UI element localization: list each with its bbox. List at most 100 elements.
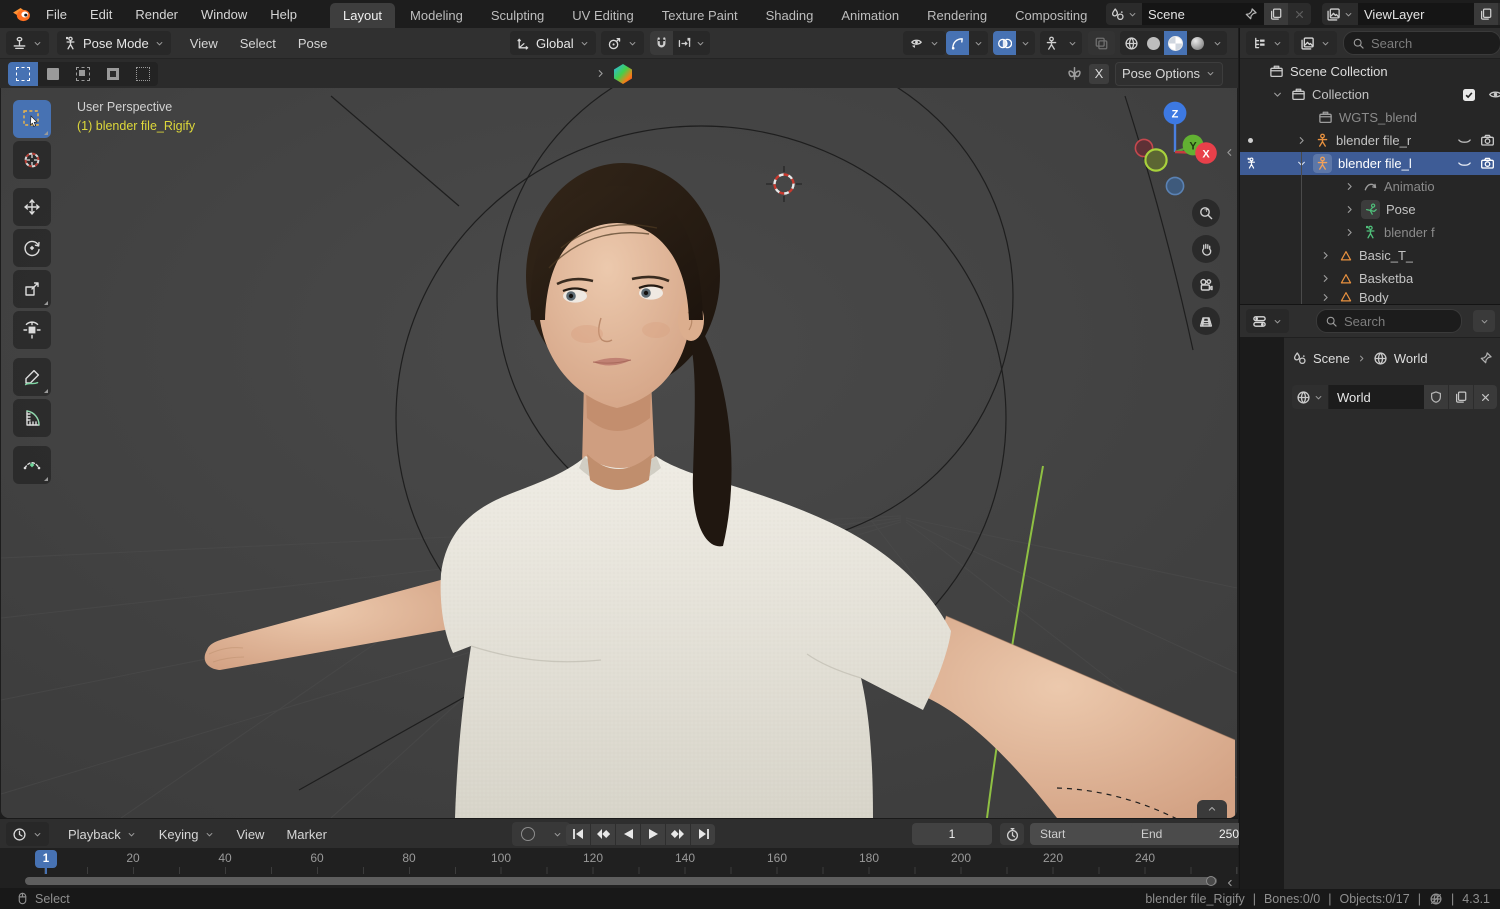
tool-annotate-button[interactable] (13, 358, 51, 396)
outliner-row-body[interactable]: Body (1240, 290, 1500, 304)
tool-transform-button[interactable] (13, 311, 51, 349)
orthographic-toggle-button[interactable] (1192, 307, 1220, 335)
camera-view-button[interactable] (1192, 271, 1220, 299)
workspace-tab-animation[interactable]: Animation (828, 3, 912, 28)
breadcrumb-scene[interactable]: Scene (1313, 351, 1350, 366)
play-reverse-button[interactable] (616, 823, 640, 845)
menu-playback[interactable]: Playback (57, 822, 148, 846)
disable-render-toggle[interactable] (1478, 132, 1496, 150)
frame-end-field[interactable]: End 250 (1131, 823, 1249, 845)
scene-browse-button[interactable] (1106, 3, 1142, 25)
workspace-tab-shading[interactable]: Shading (753, 3, 827, 28)
select-mode-subtract-button[interactable] (68, 62, 98, 86)
expand-region-icon[interactable] (594, 67, 607, 80)
timeline-scrollbar[interactable] (25, 877, 1217, 885)
tool-pose-breakdowner-button[interactable] (13, 446, 51, 484)
scroll-right-icon[interactable] (1224, 874, 1236, 889)
pose-display-button[interactable] (1040, 31, 1063, 55)
chevron-right-icon[interactable] (1319, 291, 1332, 304)
auto-keyframe-button[interactable] (512, 822, 544, 846)
pivot-point-dropdown[interactable] (601, 31, 644, 55)
snap-toggle-button[interactable] (650, 31, 673, 55)
outliner-row-armature-selected[interactable]: blender file_l (1240, 152, 1500, 175)
menu-help[interactable]: Help (259, 1, 308, 27)
blender-logo-icon[interactable] (8, 4, 34, 24)
current-frame-field[interactable]: 1 (912, 823, 992, 845)
show-overlays-button[interactable] (993, 31, 1016, 55)
playhead[interactable]: 1 (35, 850, 57, 868)
outliner-row-basic-t[interactable]: Basic_T_ (1240, 244, 1500, 267)
tool-move-button[interactable] (13, 188, 51, 226)
menu-select[interactable]: Select (229, 31, 287, 55)
visibility-dropdown[interactable] (903, 31, 946, 55)
snap-target-dropdown[interactable] (673, 31, 710, 55)
next-keyframe-button[interactable] (666, 823, 690, 845)
shading-rendered-button[interactable] (1187, 31, 1208, 55)
workspace-tab-rendering[interactable]: Rendering (914, 3, 1000, 28)
chevron-right-icon[interactable] (1319, 249, 1332, 262)
breadcrumb-world[interactable]: World (1394, 351, 1428, 366)
outliner-row-animation[interactable]: Animatio (1240, 175, 1500, 198)
viewlayer-browse-button[interactable] (1322, 3, 1358, 25)
workspace-tab-uv-editing[interactable]: UV Editing (559, 3, 646, 28)
xray-toggle-button[interactable] (1088, 31, 1115, 55)
properties-editor-type-button[interactable] (1246, 309, 1289, 333)
shading-dropdown[interactable] (1208, 31, 1227, 55)
workspace-tab-compositing[interactable]: Compositing (1002, 3, 1100, 28)
properties-search-input[interactable]: Search (1316, 309, 1462, 333)
navigation-gizmo[interactable]: Z Y X (1123, 96, 1229, 206)
tool-measure-button[interactable] (13, 399, 51, 437)
fake-user-button[interactable] (1424, 385, 1448, 409)
editor-type-button[interactable] (6, 31, 49, 55)
hide-viewport-toggle[interactable] (1455, 155, 1473, 173)
world-copy-button[interactable] (1448, 385, 1473, 409)
timeline-editor-type-button[interactable] (6, 822, 49, 846)
world-unlink-button[interactable] (1473, 385, 1497, 409)
outliner-row-armature-parent[interactable]: blender file_r (1240, 129, 1500, 152)
scrollbar-handle[interactable] (1206, 876, 1216, 886)
menu-view-timeline[interactable]: View (226, 822, 276, 846)
mode-selector[interactable]: Pose Mode (57, 31, 171, 55)
play-button[interactable] (641, 823, 665, 845)
menu-window[interactable]: Window (190, 1, 258, 27)
pan-button[interactable] (1192, 235, 1220, 263)
sidebar-toggle-icon[interactable] (1223, 144, 1236, 159)
select-mode-invert-button[interactable] (98, 62, 128, 86)
workspace-tab-modeling[interactable]: Modeling (397, 3, 476, 28)
rainbow-cube-icon[interactable] (613, 63, 633, 85)
jump-to-end-button[interactable] (691, 823, 715, 845)
tool-cursor-button[interactable] (13, 141, 51, 179)
hide-viewport-toggle[interactable] (1486, 86, 1500, 104)
outliner-row-pose[interactable]: Pose (1240, 198, 1500, 221)
collection-checkbox[interactable] (1460, 86, 1478, 104)
chevron-right-icon[interactable] (1295, 134, 1308, 147)
prev-keyframe-button[interactable] (591, 823, 615, 845)
outliner-row-collection[interactable]: Collection (1240, 83, 1500, 106)
scene-name[interactable]: Scene (1148, 7, 1185, 22)
chevron-right-icon[interactable] (1343, 226, 1356, 239)
world-name-field[interactable]: World (1329, 385, 1424, 409)
shading-material-button[interactable] (1164, 31, 1187, 55)
jump-to-start-button[interactable] (566, 823, 590, 845)
outliner-row-basketball[interactable]: Basketba (1240, 267, 1500, 290)
mirror-x-button[interactable]: X (1089, 63, 1109, 84)
use-preview-range-button[interactable] (1000, 823, 1024, 845)
chevron-right-icon[interactable] (1319, 272, 1332, 285)
tool-rotate-button[interactable] (13, 229, 51, 267)
network-offline-icon[interactable] (1429, 892, 1443, 906)
tool-scale-button[interactable] (13, 270, 51, 308)
pose-mirror-icon[interactable] (1066, 65, 1083, 82)
show-gizmo-button[interactable] (946, 31, 969, 55)
shading-wireframe-button[interactable] (1120, 31, 1143, 55)
world-browse-button[interactable] (1292, 385, 1329, 409)
shading-solid-button[interactable] (1143, 31, 1164, 55)
menu-render[interactable]: Render (124, 1, 189, 27)
overlays-dropdown[interactable] (1016, 31, 1035, 55)
chevron-down-icon[interactable] (1271, 88, 1284, 101)
menu-edit[interactable]: Edit (79, 1, 123, 27)
outliner-filter-dropdown[interactable] (1294, 31, 1337, 55)
gizmo-dropdown[interactable] (969, 31, 988, 55)
outliner-row-armature-data[interactable]: blender f (1240, 221, 1500, 244)
workspace-tab-texture-paint[interactable]: Texture Paint (649, 3, 751, 28)
select-mode-new-button[interactable] (8, 61, 38, 86)
